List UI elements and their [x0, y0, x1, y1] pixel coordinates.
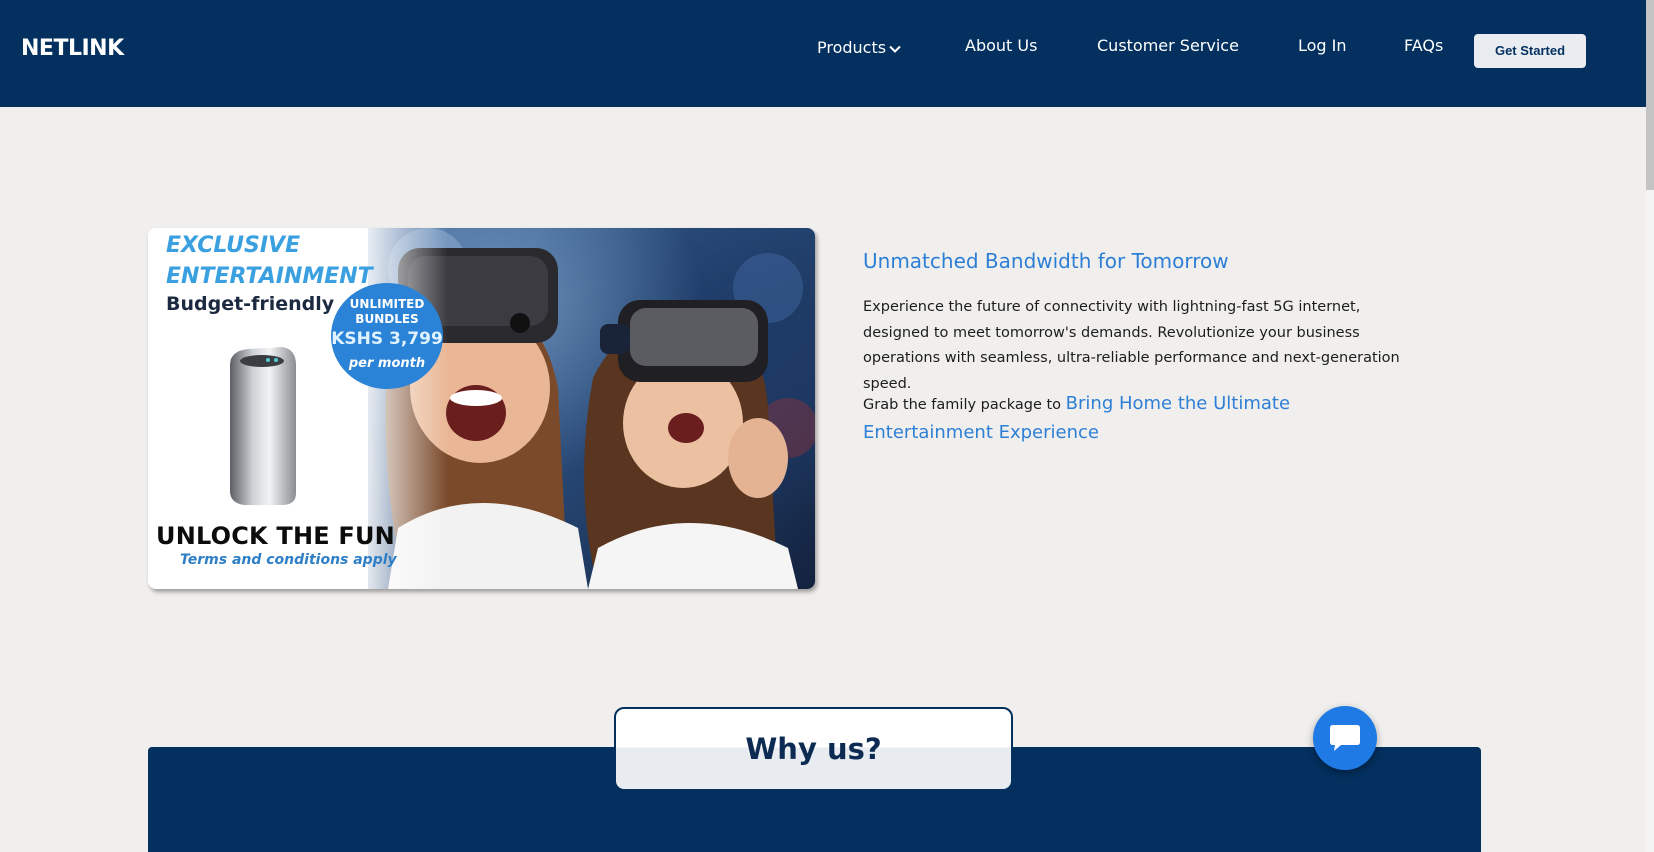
chevron-down-icon	[889, 39, 901, 58]
nav-customer-service[interactable]: Customer Service	[1097, 36, 1239, 55]
promo-unlock-text: UNLOCK THE FUN	[156, 522, 395, 550]
scrollbar[interactable]	[1646, 0, 1654, 852]
scrollbar-thumb[interactable]	[1646, 0, 1654, 190]
family-package-prefix: Grab the family package to	[863, 397, 1066, 413]
promo-subheadline: Budget-friendly	[166, 293, 335, 315]
promo-terms: Terms and conditions apply	[180, 552, 397, 568]
badge-bundle-label: UNLIMITED BUNDLES	[349, 297, 425, 326]
promo-banner-image: EXCLUSIVE ENTERTAINMENT Budget-friendly …	[148, 228, 815, 589]
nav-products[interactable]: Products	[817, 38, 901, 58]
router-device-image	[230, 347, 296, 505]
feature-description: Experience the future of connectivity wi…	[863, 299, 1400, 392]
feature-title: Unmatched Bandwidth for Tomorrow	[863, 249, 1229, 273]
nav-about-us[interactable]: About Us	[965, 36, 1037, 55]
chat-button[interactable]	[1313, 706, 1377, 770]
get-started-button[interactable]: Get Started	[1474, 34, 1586, 68]
site-header: NETLINK Products About Us Customer Servi…	[0, 0, 1646, 107]
price-badge: UNLIMITED BUNDLES KSHS 3,799 per month	[331, 283, 443, 389]
nav-log-in[interactable]: Log In	[1298, 36, 1347, 55]
family-package-line: Grab the family package to Bring Home th…	[863, 390, 1425, 448]
badge-price: KSHS 3,799	[331, 329, 443, 349]
chat-bubble-icon	[1330, 725, 1360, 751]
nav-products-label: Products	[817, 38, 887, 57]
why-us-heading: Why us?	[614, 707, 1013, 791]
nav-faqs[interactable]: FAQs	[1404, 36, 1443, 55]
badge-period: per month	[348, 356, 426, 371]
brand-logo[interactable]: NETLINK	[21, 36, 124, 61]
promo-headline: EXCLUSIVE ENTERTAINMENT	[166, 233, 373, 289]
